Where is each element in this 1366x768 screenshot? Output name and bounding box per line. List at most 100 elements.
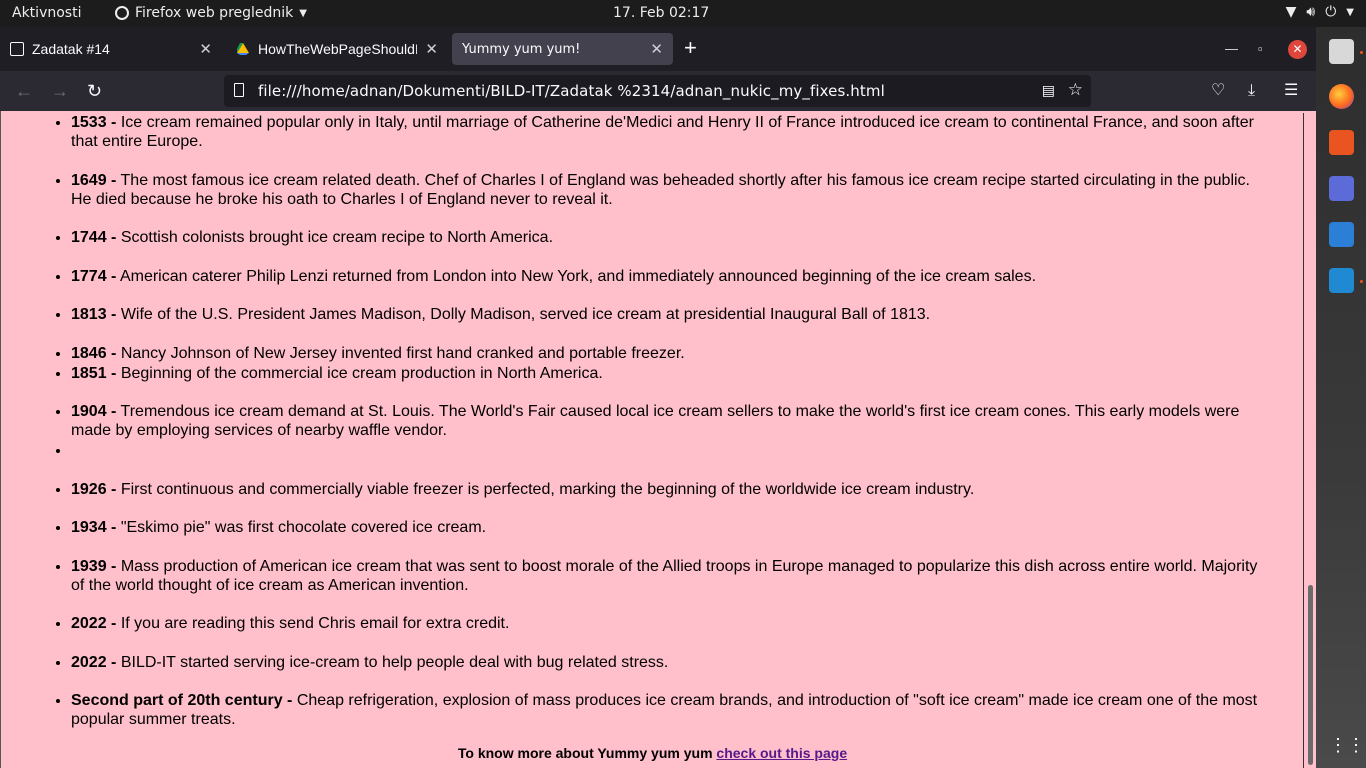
page-icon [234,83,244,97]
timeline-year: 1813 - [71,306,117,323]
timeline-text: Beginning of the commercial ice cream pr… [120,364,603,382]
timeline-year: 1774 - [71,267,117,285]
power-icon: ⏻ [1325,4,1337,20]
footer-link[interactable]: check out this page [716,745,847,761]
running-indicator [1360,280,1363,283]
page-scrollbar[interactable] [1304,111,1316,768]
timeline-item: 1649 - The most famous ice cream related… [71,171,1273,209]
restore-icon[interactable]: ▫ [1258,41,1263,56]
url-text[interactable]: file:///home/adnan/Dokumenti/BILD-IT/Zad… [258,82,885,100]
timeline-text: Scottish colonists brought ice cream rec… [120,229,554,246]
system-tray[interactable]: ▼ 🔊︎ ⏻ ▼ [1286,4,1354,20]
navigation-toolbar: ← → ↻ file:///home/adnan/Dokumenti/BILD-… [0,71,1316,111]
timeline-year: 1926 - [71,480,117,498]
timeline-year: 1649 - [71,171,117,189]
timeline-item: 1846 - Nancy Johnson of New Jersey inven… [71,344,1273,363]
close-tab-icon[interactable]: ✕ [425,40,438,58]
timeline-text: The most famous ice cream related death.… [71,171,1250,208]
volume-icon: 🔊︎ [1306,4,1316,20]
clock[interactable]: 17. Feb 02:17 [613,5,709,21]
menu-icon[interactable]: ☰ [1284,80,1298,102]
timeline-item: 1904 - Tremendous ice cream demand at St… [71,402,1273,440]
text-editor-icon[interactable] [1329,222,1354,247]
page-content: 1533 - Ice cream remained popular only i… [1,113,1304,768]
url-bar[interactable]: file:///home/adnan/Dokumenti/BILD-IT/Zad… [224,75,1091,107]
timeline-item [71,441,1273,460]
timeline-year: 1939 - [71,557,117,575]
timeline-item: 1533 - Ice cream remained popular only i… [71,113,1273,151]
timeline-year: 1851 - [71,364,117,382]
timeline-year: 1934 - [71,519,117,536]
timeline-text: Nancy Johnson of New Jersey invented fir… [120,344,685,362]
footer-text: To know more about Yummy yum yum [457,745,713,761]
app-menu[interactable]: Firefox web preglednik ▼ [115,5,307,21]
timeline-text: Wife of the U.S. President James Madison… [120,306,931,323]
google-drive-icon [236,42,250,56]
system-top-bar: Aktivnosti Firefox web preglednik ▼ 17. … [0,0,1366,27]
software-center-icon[interactable] [1329,130,1354,155]
activities-button[interactable]: Aktivnosti [12,5,81,21]
tab-title: Zadatak #14 [32,41,110,57]
page-footer: To know more about Yummy yum yum check o… [1,745,1304,761]
timeline-item: Second part of 20th century - Cheap refr… [71,691,1273,729]
timeline-item: 1744 - Scottish colonists brought ice cr… [71,228,1273,247]
timeline-text: "Eskimo pie" was first chocolate covered… [120,519,487,536]
timeline-item: 1934 - "Eskimo pie" was first chocolate … [71,518,1273,537]
firefox-icon[interactable] [1329,84,1354,109]
timeline-text: First continuous and commercially viable… [120,480,975,498]
document-icon [10,42,24,56]
timeline-year: 2022 - [71,615,117,632]
timeline-text: Mass production of American ice cream th… [71,557,1258,594]
tab-yummy[interactable]: Yummy yum yum! ✕ [452,33,673,65]
new-tab-button[interactable]: + [684,37,697,59]
timeline-year: 1744 - [71,229,117,246]
close-tab-icon[interactable]: ✕ [650,40,663,58]
scrollbar-thumb[interactable] [1308,585,1313,765]
caret-down-icon: ▼ [299,7,307,19]
timeline-item: 1774 - American caterer Philip Lenzi ret… [71,267,1273,286]
timeline-year: Second part of 20th century - [71,692,293,709]
timeline-item: 1851 - Beginning of the commercial ice c… [71,364,1273,383]
ubuntu-dock: ⋮⋮ [1316,27,1366,768]
close-tab-icon[interactable]: ✕ [199,40,212,58]
vscode-icon[interactable] [1329,268,1354,293]
timeline-item: 1939 - Mass production of American ice c… [71,557,1273,595]
reader-view-icon[interactable]: ▤ [1042,82,1055,99]
back-arrow-icon[interactable]: ← [15,80,33,102]
timeline-item: 1813 - Wife of the U.S. President James … [71,305,1273,324]
firefox-icon [115,6,129,20]
minimize-icon[interactable]: — [1225,41,1238,56]
timeline-text: BILD-IT started serving ice-cream to hel… [120,653,669,671]
tab-title: HowTheWebPageShouldL [258,41,418,57]
timeline-text: If you are reading this send Chris email… [120,615,510,632]
chevron-down-icon: ▼ [1346,6,1354,18]
tab-strip: Zadatak #14 ✕ HowTheWebPageShouldL ✕ Yum… [0,27,1316,71]
timeline-item: 2022 - If you are reading this send Chri… [71,614,1273,633]
pocket-icon[interactable]: ♡ [1211,80,1225,102]
downloads-icon[interactable]: ⤓ [1248,80,1255,102]
timeline-item: 1926 - First continuous and commercially… [71,480,1273,499]
timeline-year: 1846 - [71,344,117,362]
timeline-year: 1533 - [71,114,117,131]
tab-title: Yummy yum yum! [462,41,581,57]
timeline-text: Tremendous ice cream demand at St. Louis… [71,403,1240,439]
ice-cream-timeline: 1533 - Ice cream remained popular only i… [1,113,1303,729]
reload-icon[interactable]: ↻ [87,80,102,102]
timeline-year: 2022 - [71,653,117,671]
bookmark-star-icon[interactable]: ☆ [1068,80,1083,100]
tab-howthewebpage[interactable]: HowTheWebPageShouldL ✕ [226,33,448,65]
timeline-text: American caterer Philip Lenzi returned f… [119,267,1037,285]
timeline-item: 2022 - BILD-IT started serving ice-cream… [71,653,1273,672]
tab-zadatak[interactable]: Zadatak #14 ✕ [0,33,222,65]
app-menu-label: Firefox web preglednik [135,5,294,21]
timeline-text: Ice cream remained popular only in Italy… [71,114,1254,150]
close-window-icon[interactable]: ✕ [1288,40,1307,59]
timeline-year: 1904 - [71,403,117,420]
screenshot-icon[interactable] [1329,176,1354,201]
running-indicator [1360,51,1363,54]
show-apps-icon[interactable]: ⋮⋮ [1329,733,1365,758]
page-viewport: 1533 - Ice cream remained popular only i… [0,111,1316,768]
wifi-icon: ▼ [1285,4,1297,20]
forward-arrow-icon[interactable]: → [51,80,69,102]
files-icon[interactable] [1329,39,1354,64]
